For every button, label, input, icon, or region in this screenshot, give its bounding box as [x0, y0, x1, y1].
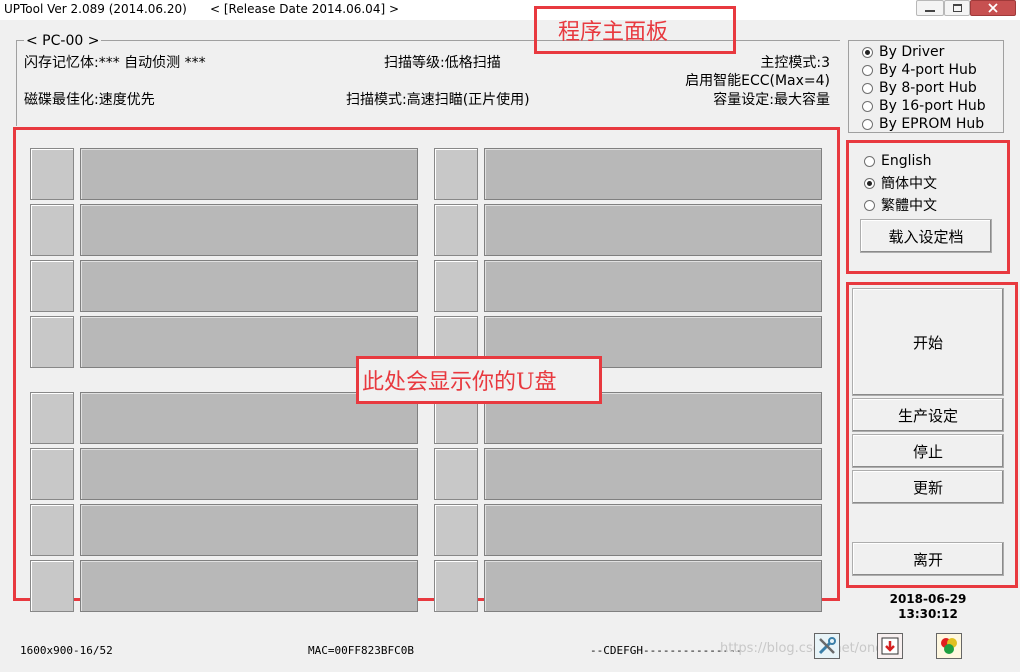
- radio-button[interactable]: [862, 46, 873, 58]
- udisk-slot-indicator: [30, 560, 74, 612]
- window-title: UPTool Ver 2.089 (2014.06.20): [4, 2, 187, 16]
- radio-button[interactable]: [864, 155, 875, 167]
- release-date: < [Release Date 2014.06.04] >: [210, 2, 400, 16]
- udisk-slot[interactable]: [80, 148, 418, 200]
- production-settings-button[interactable]: 生产设定: [852, 398, 1004, 432]
- udisk-slot[interactable]: [484, 448, 822, 500]
- udisk-slot[interactable]: [80, 504, 418, 556]
- hub-mode-label: By 16-port Hub: [879, 98, 986, 114]
- udisk-slot[interactable]: [80, 560, 418, 612]
- udisk-slot-indicator: [434, 148, 478, 200]
- language-list: English 簡体中文 繁體中文: [864, 150, 937, 216]
- language-label: 繁體中文: [881, 198, 937, 214]
- udisk-slot-indicator: [434, 260, 478, 312]
- controller-mode-info: 主控模式:3: [760, 55, 830, 71]
- scan-level-info: 扫描等级:低格扫描: [384, 55, 501, 71]
- hub-mode-list: By Driver By 4-port Hub By 8-port Hub By…: [862, 43, 986, 133]
- udisk-slot-indicator: [434, 204, 478, 256]
- download-icon: [881, 637, 899, 655]
- language-option[interactable]: 簡体中文: [864, 172, 937, 194]
- radio-button[interactable]: [862, 118, 873, 130]
- udisk-slot-indicator: [30, 392, 74, 444]
- udisk-slot-indicator: [30, 316, 74, 368]
- ecc-info: 启用智能ECC(Max=4): [685, 73, 830, 89]
- watermark: https://blog.csdn.net/ongrez: [720, 641, 904, 656]
- hub-mode-label: By 4-port Hub: [879, 62, 977, 78]
- exit-button[interactable]: 离开: [852, 542, 1004, 576]
- main-panel-annotation: 程序主面板: [558, 20, 669, 45]
- hub-mode-label: By EPROM Hub: [879, 116, 985, 132]
- hub-mode-option[interactable]: By EPROM Hub: [862, 115, 986, 133]
- udisk-slot-indicator: [30, 504, 74, 556]
- clock: 2018-06-29 13:30:12: [852, 592, 1004, 622]
- language-label: 簡体中文: [881, 176, 937, 192]
- udisk-slot-indicator: [30, 204, 74, 256]
- clock-time: 13:30:12: [898, 607, 958, 621]
- mac-status: MAC=00FF823BFC0B: [308, 644, 414, 657]
- close-button[interactable]: [970, 0, 1016, 16]
- flash-memory-info: 闪存记忆体:*** 自动侦测 ***: [24, 55, 206, 71]
- update-button[interactable]: 更新: [852, 470, 1004, 504]
- hub-mode-option[interactable]: By 16-port Hub: [862, 97, 986, 115]
- pc-group-title: < PC-00 >: [24, 33, 102, 49]
- udisk-slot[interactable]: [484, 204, 822, 256]
- udisk-slot-indicator: [434, 504, 478, 556]
- udisk-slot-indicator: [30, 148, 74, 200]
- start-button[interactable]: 开始: [852, 288, 1004, 396]
- minimize-icon: [925, 10, 935, 12]
- load-config-button[interactable]: 载入设定档: [860, 219, 992, 253]
- capacity-info: 容量设定:最大容量: [713, 92, 830, 108]
- udisk-slot[interactable]: [80, 204, 418, 256]
- udisk-slot[interactable]: [484, 148, 822, 200]
- disk-optimize-info: 磁碟最佳化:速度优先: [24, 92, 155, 108]
- maximize-button[interactable]: [944, 0, 970, 16]
- color-balls-button[interactable]: [936, 633, 962, 659]
- radio-button[interactable]: [864, 199, 875, 211]
- close-icon: [988, 3, 998, 13]
- radio-button[interactable]: [862, 82, 873, 94]
- resolution-status: 1600x900-16/52: [20, 644, 113, 657]
- hub-mode-option[interactable]: By Driver: [862, 43, 986, 61]
- clock-date: 2018-06-29: [889, 592, 967, 606]
- color-balls-icon: [941, 638, 957, 654]
- stop-button[interactable]: 停止: [852, 434, 1004, 468]
- hub-mode-label: By Driver: [879, 44, 945, 60]
- language-option[interactable]: 繁體中文: [864, 194, 937, 216]
- download-button[interactable]: [877, 633, 903, 659]
- udisk-slot[interactable]: [80, 260, 418, 312]
- udisk-annotation: 此处会显示你的U盘: [362, 370, 557, 395]
- title-bar: UPTool Ver 2.089 (2014.06.20) < [Release…: [0, 0, 1020, 20]
- udisk-slot-indicator: [30, 260, 74, 312]
- scan-mode-info: 扫描模式:高速扫瞄(正片使用): [346, 92, 530, 108]
- hub-mode-option[interactable]: By 4-port Hub: [862, 61, 986, 79]
- radio-button[interactable]: [862, 100, 873, 112]
- language-label: English: [881, 153, 932, 169]
- hub-mode-label: By 8-port Hub: [879, 80, 977, 96]
- hub-mode-option[interactable]: By 8-port Hub: [862, 79, 986, 97]
- udisk-slot[interactable]: [484, 504, 822, 556]
- radio-button[interactable]: [864, 177, 875, 189]
- language-option[interactable]: English: [864, 150, 937, 172]
- tools-icon: [818, 637, 836, 655]
- udisk-slot-indicator: [434, 448, 478, 500]
- udisk-slot-indicator: [434, 560, 478, 612]
- maximize-icon: [952, 4, 962, 12]
- udisk-slot[interactable]: [484, 560, 822, 612]
- udisk-slot[interactable]: [484, 260, 822, 312]
- tools-button[interactable]: [814, 633, 840, 659]
- udisk-slot-indicator: [30, 448, 74, 500]
- udisk-slot[interactable]: [80, 448, 418, 500]
- minimize-button[interactable]: [916, 0, 944, 16]
- radio-button[interactable]: [862, 64, 873, 76]
